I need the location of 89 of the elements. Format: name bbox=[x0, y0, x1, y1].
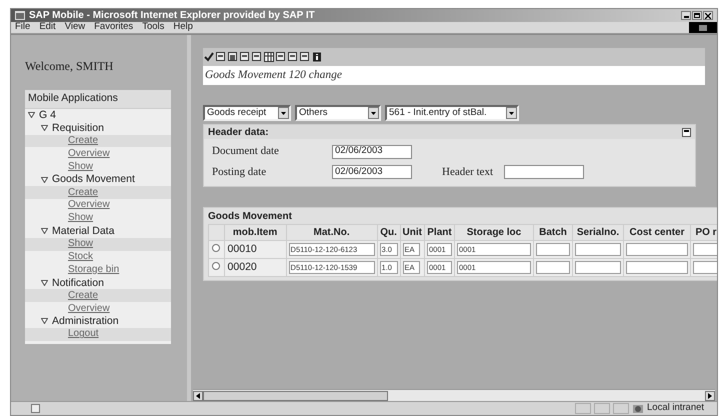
dropdown[interactable]: Goods receipt bbox=[203, 105, 291, 122]
field-label: Document date bbox=[212, 144, 280, 160]
zone-label: Local intranet bbox=[647, 401, 706, 416]
field-label: Posting date bbox=[212, 164, 268, 180]
column-header: Storage loc bbox=[454, 224, 534, 241]
column-header: Serialno. bbox=[572, 224, 624, 241]
maximize-button[interactable] bbox=[692, 11, 702, 20]
page-title: Goods Movement 120 change bbox=[203, 66, 705, 86]
welcome-text: Welcome, SMITH bbox=[25, 58, 114, 75]
dropdown[interactable]: 561 - Init.entry of stBal. bbox=[385, 105, 519, 122]
close-button[interactable] bbox=[703, 11, 713, 20]
nav-link[interactable]: Show bbox=[68, 162, 94, 172]
menu-item[interactable]: Favorites bbox=[94, 20, 134, 35]
menu-item[interactable]: Help bbox=[173, 20, 193, 35]
checkmark-icon[interactable] bbox=[204, 52, 214, 62]
nav-link[interactable]: Create bbox=[68, 136, 98, 146]
column-header: Plant bbox=[424, 224, 454, 241]
nav-link[interactable]: Show bbox=[68, 213, 94, 224]
left-arrow-icon bbox=[196, 392, 200, 398]
scroll-thumb[interactable] bbox=[203, 390, 388, 400]
tree-node[interactable]: Notification bbox=[52, 278, 104, 288]
input-field[interactable] bbox=[626, 243, 688, 256]
horizontal-scrollbar[interactable] bbox=[193, 389, 715, 401]
nav-link[interactable]: Create bbox=[68, 290, 98, 301]
tree-node[interactable]: Requisition bbox=[52, 122, 104, 134]
nav-link[interactable]: Show bbox=[68, 239, 94, 250]
expanded-icon[interactable] bbox=[41, 176, 48, 183]
expanded-icon[interactable] bbox=[41, 318, 48, 324]
expanded-icon[interactable] bbox=[28, 112, 35, 118]
info-icon[interactable] bbox=[312, 52, 322, 62]
input-field[interactable] bbox=[575, 243, 621, 256]
field-label: Header text bbox=[442, 164, 494, 180]
tree-node[interactable]: Administration bbox=[52, 316, 119, 327]
menu-item[interactable]: Tools bbox=[142, 20, 164, 35]
panel-title: Header data: bbox=[208, 126, 269, 140]
expanded-icon[interactable] bbox=[41, 125, 48, 132]
menu-item[interactable]: File bbox=[15, 20, 30, 35]
column-header: mob.Item bbox=[224, 224, 286, 241]
column-header: Unit bbox=[400, 224, 424, 241]
menu-item[interactable]: Edit bbox=[39, 20, 56, 35]
document-icon[interactable] bbox=[216, 52, 226, 62]
tree-node[interactable]: G 4 bbox=[39, 110, 56, 120]
nav-link[interactable]: Overview bbox=[68, 304, 110, 314]
status-pane bbox=[594, 403, 610, 414]
status-pane bbox=[613, 403, 629, 414]
input-field[interactable] bbox=[536, 261, 570, 274]
input-field[interactable] bbox=[626, 261, 688, 274]
radio-button[interactable] bbox=[212, 244, 220, 252]
page-icon bbox=[31, 404, 40, 413]
window-title: SAP Mobile - Microsoft Internet Explorer provided by SAP IT bbox=[29, 10, 315, 20]
tree-node[interactable]: Material Data bbox=[52, 226, 114, 236]
table-cell: 00010 bbox=[224, 240, 286, 259]
input-field[interactable] bbox=[575, 261, 621, 274]
expanded-icon[interactable] bbox=[41, 280, 48, 286]
right-arrow-icon bbox=[708, 392, 712, 398]
tree-node[interactable]: Goods Movement bbox=[52, 174, 135, 185]
nav-link[interactable]: Overview bbox=[68, 200, 110, 210]
column-header: Qu. bbox=[377, 224, 400, 241]
nav-link[interactable]: Create bbox=[68, 188, 98, 198]
table-icon[interactable] bbox=[264, 52, 274, 62]
expanded-icon[interactable] bbox=[41, 228, 48, 234]
panel-title: Mobile Applications bbox=[25, 90, 171, 109]
input-field[interactable] bbox=[536, 243, 570, 256]
column-header: Cost center bbox=[624, 224, 690, 241]
document-icon[interactable] bbox=[252, 52, 262, 62]
column-header: Mat.No. bbox=[286, 224, 378, 241]
dropdown[interactable]: Others bbox=[295, 105, 381, 122]
browser-icon bbox=[15, 11, 25, 20]
save-icon[interactable] bbox=[228, 52, 238, 62]
menu-item[interactable]: View bbox=[64, 20, 86, 35]
nav-link[interactable]: Overview bbox=[68, 148, 110, 159]
scroll-right-button[interactable] bbox=[705, 390, 715, 400]
input-field[interactable] bbox=[693, 243, 717, 256]
column-header: Batch bbox=[534, 224, 572, 241]
nav-link[interactable]: Logout bbox=[68, 329, 99, 340]
input-field[interactable] bbox=[693, 261, 717, 274]
collapse-button[interactable] bbox=[682, 128, 691, 137]
input-field[interactable]: 02/06/2003 bbox=[332, 144, 412, 158]
nav-link[interactable]: Stock bbox=[68, 252, 94, 262]
nav-link[interactable]: Storage bin bbox=[68, 264, 120, 275]
radio-button[interactable] bbox=[212, 262, 220, 270]
input-field[interactable] bbox=[504, 165, 584, 179]
minimize-button[interactable] bbox=[681, 11, 691, 20]
status-pane bbox=[575, 403, 591, 414]
input-field[interactable]: 02/06/2003 bbox=[332, 165, 412, 179]
scroll-left-button[interactable] bbox=[193, 390, 203, 400]
panel-title: Goods Movement bbox=[208, 210, 293, 224]
column-header: PO r bbox=[690, 224, 717, 241]
table-cell: 00020 bbox=[224, 258, 286, 277]
